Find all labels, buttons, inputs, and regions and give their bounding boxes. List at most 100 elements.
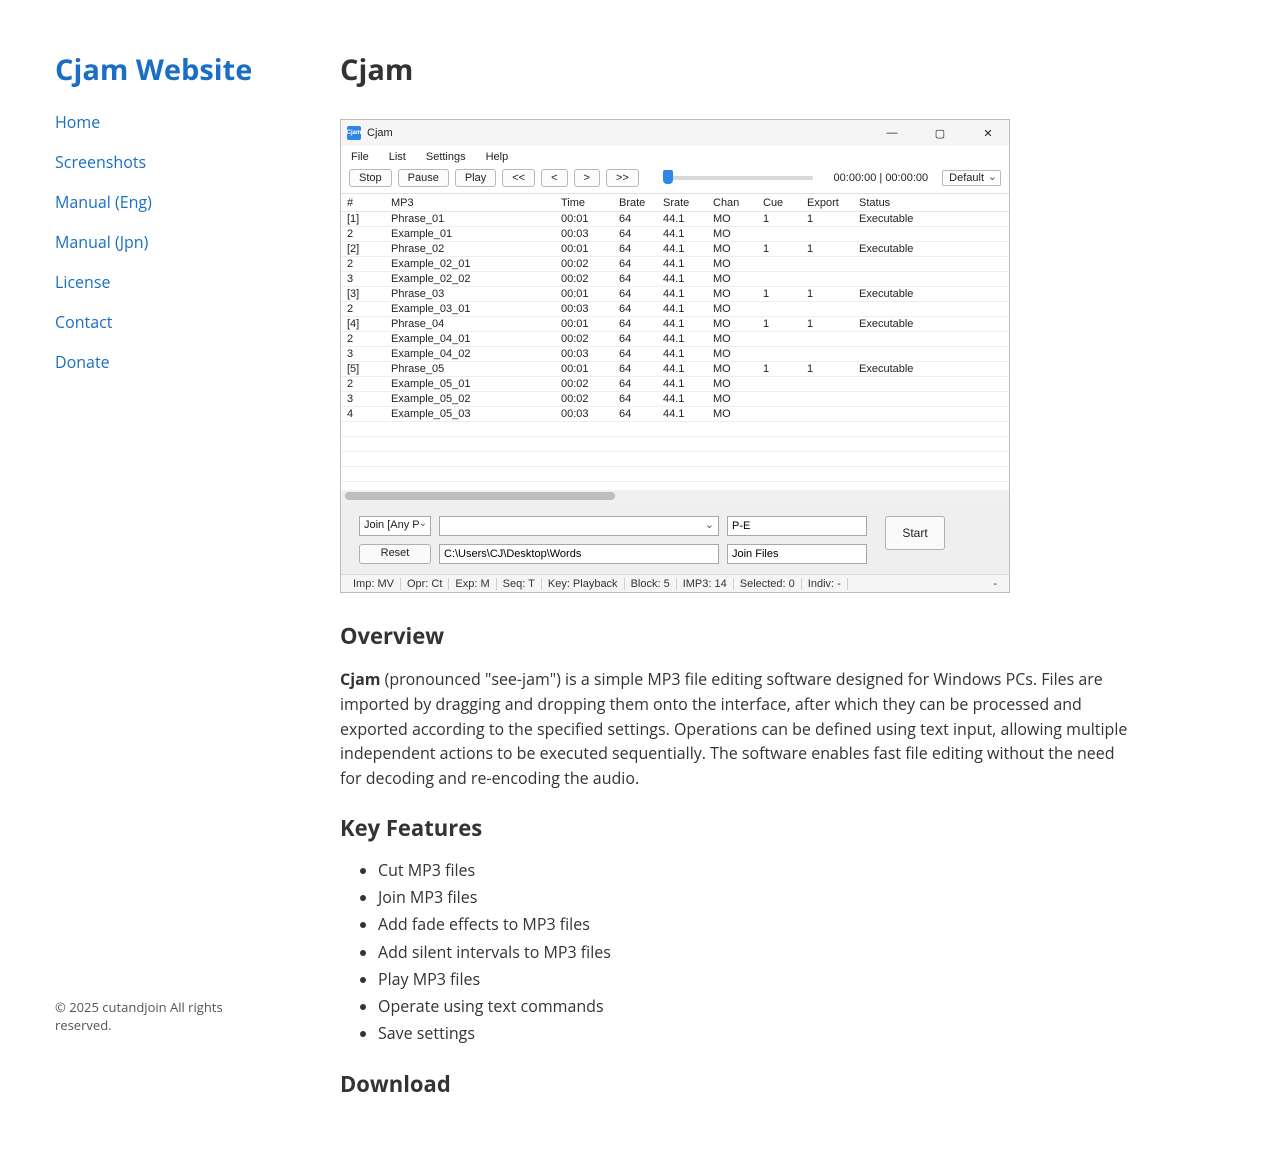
column-header[interactable]: Chan [713,197,763,209]
status-segment: Key: Playback [542,578,625,590]
table-row[interactable]: 3Example_04_0200:036444.1MO [341,347,1009,362]
table-row[interactable]: 2Example_03_0100:036444.1MO [341,302,1009,317]
horizontal-scrollbar[interactable] [341,490,1009,502]
table-row[interactable]: [1]Phrase_0100:016444.1MO11Executable [341,212,1009,227]
table-row[interactable]: 3Example_02_0200:026444.1MO [341,272,1009,287]
column-header[interactable]: Time [561,197,619,209]
table-row[interactable]: 2Example_0100:036444.1MO [341,227,1009,242]
status-segment: Opr: Ct [401,578,449,590]
start-button[interactable]: Start [885,516,945,550]
menu-item[interactable]: Help [486,151,509,163]
nav-link[interactable]: Home [55,111,100,133]
cell: [3] [347,288,391,300]
nav-link[interactable]: Screenshots [55,151,146,173]
cell: Example_05_02 [391,393,561,405]
cell: MO [713,243,763,255]
toolbar-button[interactable]: > [574,169,600,187]
nav-link[interactable]: Manual (Eng) [55,191,152,213]
cell: MO [713,288,763,300]
cell: MO [713,228,763,240]
cell: 00:02 [561,393,619,405]
cell: 64 [619,258,663,270]
menu-item[interactable]: Settings [426,151,466,163]
features-heading: Key Features [340,813,1140,843]
menu-item[interactable]: File [351,151,369,163]
page-title: Cjam [340,50,1140,89]
mode-select[interactable]: Default [942,170,1001,186]
toolbar-button[interactable]: Stop [349,169,392,187]
cell: MO [713,303,763,315]
column-header[interactable]: Brate [619,197,663,209]
column-header[interactable]: Cue [763,197,807,209]
cell: 44.1 [663,303,713,315]
site-title[interactable]: Cjam Website [55,50,260,89]
nav-link[interactable]: Donate [55,351,110,373]
cell: Example_05_03 [391,408,561,420]
cell: 00:01 [561,363,619,375]
minimize-icon[interactable]: — [877,127,907,140]
feature-item: Join MP3 files [378,886,1140,909]
cell: 2 [347,333,391,345]
cell: 44.1 [663,228,713,240]
nav-link[interactable]: License [55,271,110,293]
reset-button[interactable]: Reset [359,544,431,564]
grid-body[interactable]: [1]Phrase_0100:016444.1MO11Executable2Ex… [341,212,1009,502]
table-row[interactable]: [5]Phrase_0500:016444.1MO11Executable [341,362,1009,377]
column-header[interactable]: Status [859,197,929,209]
toolbar-button[interactable]: Pause [398,169,449,187]
maximize-icon[interactable]: ▢ [925,127,955,140]
cell: 44.1 [663,288,713,300]
nav-link[interactable]: Manual (Jpn) [55,231,148,253]
cell: 64 [619,348,663,360]
cell: Executable [859,213,929,225]
table-row[interactable]: 4Example_05_0300:036444.1MO [341,407,1009,422]
cell: Executable [859,243,929,255]
seek-slider[interactable] [663,176,813,180]
slider-thumb[interactable] [663,170,673,184]
cell: 44.1 [663,363,713,375]
cell: Executable [859,363,929,375]
status-segment: Seq: T [497,578,542,590]
column-header[interactable]: Srate [663,197,713,209]
titlebar: Cjam Cjam — ▢ ✕ [341,120,1009,146]
cell: Example_04_01 [391,333,561,345]
table-row[interactable]: 2Example_04_0100:026444.1MO [341,332,1009,347]
cell: 1 [807,363,859,375]
window-title: Cjam [367,127,393,139]
pe-input[interactable] [727,516,867,536]
table-row-empty [341,422,1009,437]
cell: 1 [807,288,859,300]
table-row[interactable]: 3Example_05_0200:026444.1MO [341,392,1009,407]
joinfiles-input[interactable] [727,544,867,564]
cell: Phrase_05 [391,363,561,375]
cell: 00:01 [561,318,619,330]
table-row[interactable]: 2Example_05_0100:026444.1MO [341,377,1009,392]
path-input[interactable] [439,544,719,564]
footer-controls: Join [Any P Reset Start [341,502,1009,574]
column-header[interactable]: MP3 [391,197,561,209]
table-row[interactable]: [2]Phrase_0200:016444.1MO11Executable [341,242,1009,257]
nav-link[interactable]: Contact [55,311,112,333]
table-row[interactable]: [3]Phrase_0300:016444.1MO11Executable [341,287,1009,302]
menu-item[interactable]: List [389,151,406,163]
close-icon[interactable]: ✕ [973,127,1003,140]
cell: Example_02_01 [391,258,561,270]
toolbar-button[interactable]: Play [455,169,496,187]
cell: [5] [347,363,391,375]
toolbar-button[interactable]: >> [606,169,639,187]
column-header[interactable]: # [347,197,391,209]
status-segment: Indiv: - [802,578,848,590]
table-row[interactable]: 2Example_02_0100:026444.1MO [341,257,1009,272]
features-list: Cut MP3 filesJoin MP3 filesAdd fade effe… [340,859,1140,1045]
combo-input[interactable] [439,516,719,536]
cell: [4] [347,318,391,330]
toolbar-button[interactable]: < [541,169,567,187]
join-mode-select[interactable]: Join [Any P [359,516,431,536]
cell: 00:03 [561,228,619,240]
toolbar-button[interactable]: << [502,169,535,187]
table-row[interactable]: [4]Phrase_0400:016444.1MO11Executable [341,317,1009,332]
status-segment: Selected: 0 [734,578,802,590]
column-header[interactable]: Export [807,197,859,209]
cell: 64 [619,213,663,225]
cell: 64 [619,303,663,315]
